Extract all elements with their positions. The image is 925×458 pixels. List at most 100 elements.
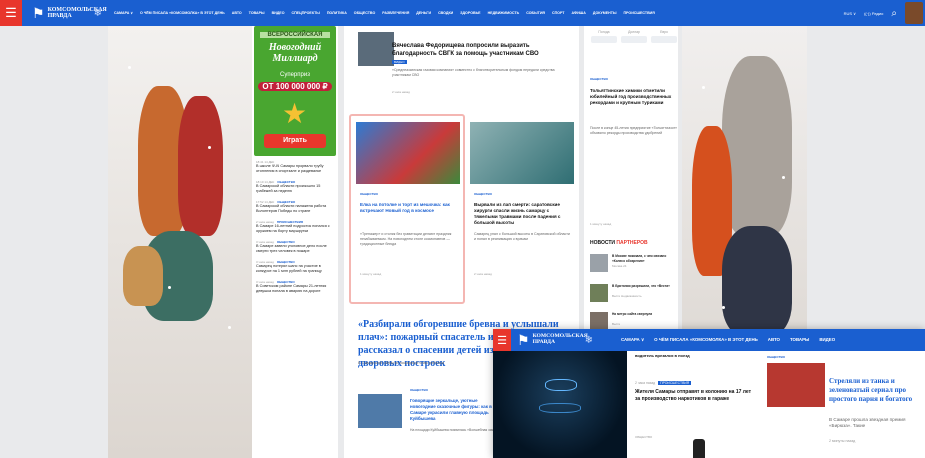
news-feed: 18:41 14 ДЕК В школе ЧЧЧ Самары прорвало… [256,160,336,300]
list-item[interactable]: 17:52 14 ДЕК ОБЩЕСТВО В Самарской области… [256,200,336,214]
play-button[interactable]: Играть [264,134,326,148]
info-widgets: Погода Доллар Евро [590,30,678,43]
list-item[interactable]: 3 часа назад ОБЩЕСТВО В Самаре завели уго… [256,240,336,254]
nav-link[interactable]: ВИДЕО [272,11,285,15]
snowflake [228,326,231,329]
right-story-lead: После в конце 45-летия предприятие «Толь… [590,126,678,135]
news-thumbnail[interactable] [358,32,394,66]
nav-link[interactable]: ТОВАРЫ [249,11,265,15]
nav-link[interactable]: ВИДЕО [819,337,835,343]
partner-title[interactable]: В Москве показали, с чем связано «Колесо… [612,254,678,263]
nav-link[interactable]: ПРОИСШЕСТВИЯ [623,11,654,15]
news-title[interactable]: Вячеслава Федорищева попросили выразить … [392,42,574,58]
partners-heading-right: ПАРТНЕРОВ [616,240,648,246]
popup-news-line[interactable]: водитель врезался в поезд [635,353,761,358]
list-item[interactable]: 18:10 14 ДЕК ОБЩЕСТВО В Самарской области… [256,180,336,194]
news-card[interactable]: ОБЩЕСТВО Вырвали из лап смерти: саратовс… [470,122,574,294]
partner-thumbnail[interactable] [590,312,608,330]
logo-text: Комсомольская правда [47,7,107,19]
overlay-browser-window[interactable]: ☰ ⚑ Комсомольская правда ❄ САМАРА ∨ О ЧЁ… [493,329,925,458]
card-title[interactable]: Вырвали из лап смерти: саратовские хирур… [474,202,572,226]
nav-link[interactable]: ТОВАРЫ [790,337,809,343]
nav-link[interactable]: ДОКУМЕНТЫ [593,11,617,15]
nav-link[interactable]: АФИША [572,11,586,15]
nav-link[interactable]: СПОРТ [552,11,565,15]
feed-text[interactable]: Самарец потерял шанс на участие в конкур… [256,264,336,274]
popup-small-tag[interactable]: ОБЩЕСТВО [635,435,652,439]
card-title[interactable]: Елка на потолке и торт из мешочка: как в… [360,202,456,214]
nav-link[interactable]: О ЧЁМ ПИСАЛА «КОМСОМОЛКА» В ЭТОТ ДЕНЬ [140,11,225,15]
partner-source: Москва 24 [612,264,627,268]
nav-link[interactable]: САМАРА ∨ [114,11,133,15]
card-tag[interactable]: ОБЩЕСТВО [360,192,378,196]
snowflake [128,66,131,69]
list-item[interactable]: 3 часа назад ОБЩЕСТВО В Советском районе … [256,280,336,294]
usd-widget[interactable]: Доллар [620,30,648,43]
snowflake-icon: ❄ [93,7,102,19]
nav-link[interactable]: О ЧЁМ ПИСАЛА «КОМСОМОЛКА» В ЭТОТ ДЕНЬ [654,337,758,343]
feed-text[interactable]: В Самаре 16-летний подросток попался с о… [256,224,336,234]
news-card-image[interactable] [470,122,574,184]
popup-news-time: 2 часа назад [635,381,656,385]
news-card[interactable]: ОБЩЕСТВО Елка на потолке и торт из мешоч… [356,122,460,294]
popup-news-tag[interactable]: ПРОИСШЕСТВИЯ [658,381,692,385]
avatar[interactable] [905,2,923,24]
popup-right-title[interactable]: Стреляли из танка и зеленоватый сериал п… [829,377,925,404]
nav-link[interactable]: ЗДОРОВЬЕ [460,11,480,15]
menu-button[interactable]: ☰ [0,0,22,26]
list-item[interactable]: 3 часа назад ОБЩЕСТВО Самарец потерял шан… [256,260,336,274]
nav-link[interactable]: НЕДВИЖИМОСТЬ [488,11,520,15]
widget-value-bar [591,36,617,43]
news-thumbnail[interactable] [358,394,402,428]
news-card-image[interactable] [356,122,460,184]
nav-link[interactable]: СОБЫТИЯ [526,11,545,15]
right-story-title[interactable]: Тольяттинские химики отметили юбилейный … [590,88,678,106]
popup-news-title[interactable]: Жителя Самары отправят в колонию на 17 л… [635,389,755,403]
widget-value-bar [651,36,677,43]
region-select[interactable]: RUS ∨ [844,11,856,16]
card-lead: Самарец упал с большой высоты в Саратовс… [474,232,570,241]
partner-news-item[interactable]: В Москве показали, с чем связано «Колесо… [590,254,678,274]
dog-illustration [123,246,163,306]
nav-link[interactable]: ПОЛИТИКА [327,11,347,15]
nav-link[interactable]: ОБЩЕСТВО [354,11,375,15]
lottery-ad-banner[interactable]: ВСЕРОССИЙСКАЯ Новогодний Миллиард Суперп… [254,26,336,156]
nav-link[interactable]: СВОДКИ [438,11,453,15]
feed-text[interactable]: В Советском районе Самары 21-летняя деву… [256,284,336,294]
news-title[interactable]: Говорящие зеркальце, уютные новогодние с… [410,398,500,422]
right-story-tag[interactable]: ОБЩЕСТВО [590,77,608,81]
partner-title[interactable]: В Британии разрешили, что «Вести» [612,284,678,289]
list-item[interactable]: 18:41 14 ДЕК В школе ЧЧЧ Самары прорвало… [256,160,336,174]
feed-text[interactable]: В Самарской области произошло 15 грабеже… [256,184,336,194]
feed-text[interactable]: В Самарской области налажена работа Воло… [256,204,336,214]
weather-widget[interactable]: Погода [590,30,618,43]
partner-news-item[interactable]: В Британии разрешили, что «Вести» Вести … [590,284,678,304]
popup-right-tag[interactable]: ОБЩЕСТВО [767,355,785,359]
nav-link[interactable]: СПЕЦПРОЕКТЫ [292,11,320,15]
popup-right-time: 2 минуты назад [829,439,856,443]
menu-button[interactable]: ☰ [493,329,511,351]
list-item[interactable]: 2 часа назад ПРОИСШЕСТВИЯ В Самаре 16-лет… [256,220,336,234]
partner-title[interactable]: На метро сайта свернули [612,312,678,317]
partner-thumbnail[interactable] [590,254,608,272]
eur-widget[interactable]: Евро [650,30,678,43]
popup-right-thumbnail[interactable] [767,363,825,407]
site-logo[interactable]: ⚑ Комсомольская правда ❄ [32,5,107,22]
top-nav-bar: ☰ ⚑ Комсомольская правда ❄ САМАРА ∨ О ЧЁ… [0,0,925,26]
video-player[interactable] [493,351,627,458]
nav-link[interactable]: САМАРА ∨ [621,337,644,343]
drone-shape [539,403,581,413]
nav-link[interactable]: АВТО [232,11,242,15]
feed-text[interactable]: В школе ЧЧЧ Самары прорвало трубу отопле… [256,164,336,174]
nav-link[interactable]: АВТО [768,337,780,343]
news-time: 2 часа назад [392,90,410,94]
card-tag[interactable]: ОБЩЕСТВО [474,192,492,196]
partner-thumbnail[interactable] [590,284,608,302]
feed-text[interactable]: В Самаре завели уголовное дело после сме… [256,244,336,254]
search-icon[interactable]: ⌕ [891,8,897,19]
radio-button[interactable]: ((·)) Радио [864,11,883,16]
news-tag[interactable]: ОБЩЕСТВО [410,388,428,392]
site-logo[interactable]: ⚑ Комсомольская правда ❄ [517,332,593,349]
nav-link[interactable]: ДЕНЬГИ [416,11,431,15]
nav-link[interactable]: РАЗВЛЕЧЕНИЯ [382,11,409,15]
